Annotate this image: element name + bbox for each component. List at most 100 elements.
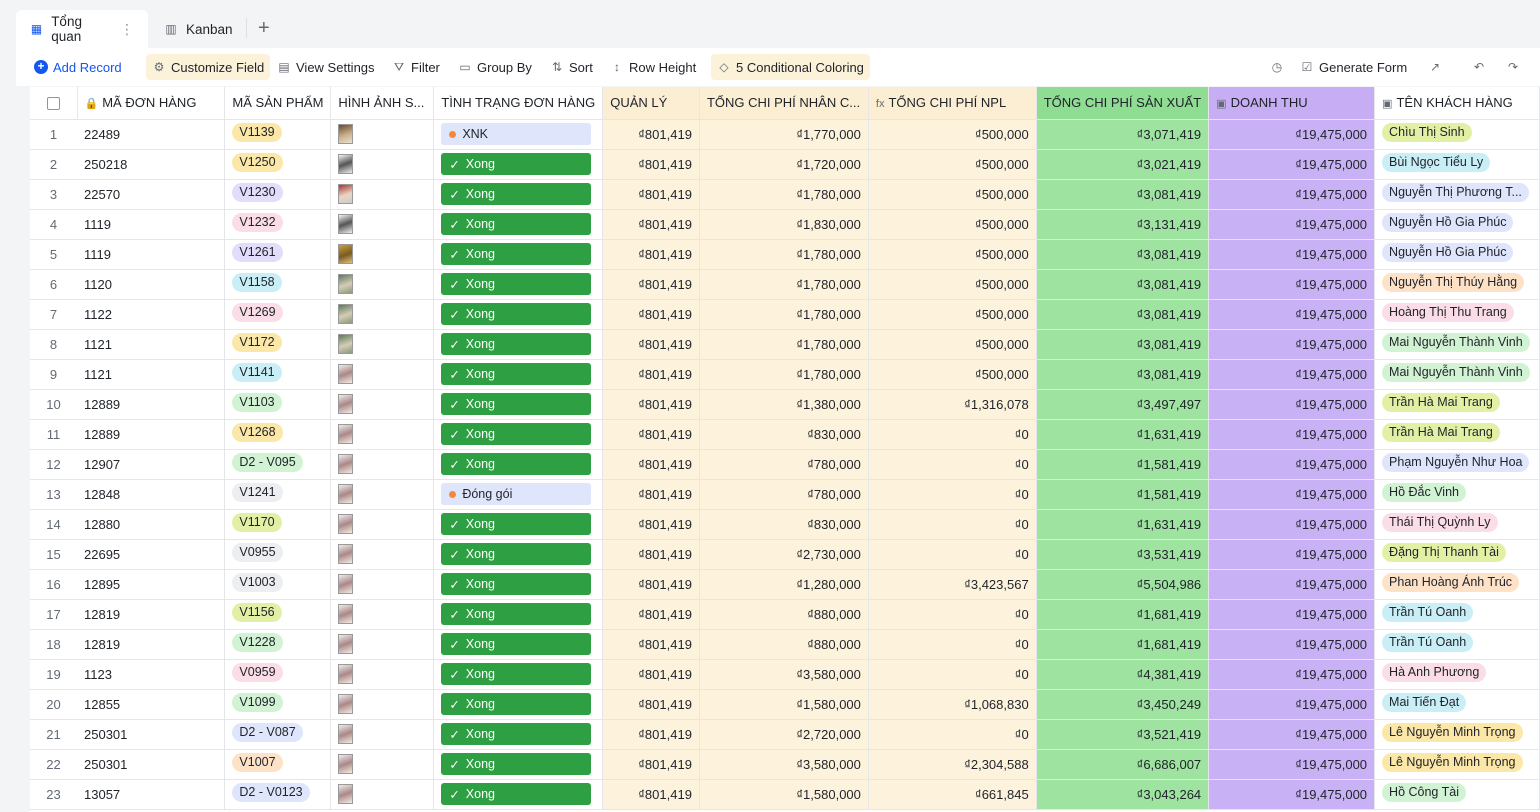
cell-chi-phi-san-xuat[interactable]: ₫1,581,419 [1036, 479, 1210, 510]
cell-status[interactable]: ✓ Xong [433, 749, 604, 780]
cell-sku[interactable]: V1103 [224, 389, 332, 420]
cell-doanh-thu[interactable]: ₫19,475,000 [1208, 779, 1376, 810]
cell-order-id[interactable]: 250301 [77, 749, 226, 780]
cell-ten-khach-hang[interactable]: Nguyễn Thị Phương T... [1374, 179, 1540, 210]
product-thumbnail[interactable] [338, 574, 354, 594]
cell-chi-phi-nhan-cong[interactable]: ₫830,000 [699, 419, 869, 450]
cell-chi-phi-san-xuat[interactable]: ₫3,081,419 [1036, 359, 1210, 390]
cell-doanh-thu[interactable]: ₫19,475,000 [1208, 419, 1376, 450]
cell-sku[interactable]: V1172 [224, 329, 332, 360]
cell-ten-khach-hang[interactable]: Trần Hà Mai Trang [1374, 419, 1540, 450]
select-all-checkbox[interactable] [30, 87, 78, 120]
cell-chi-phi-nhan-cong[interactable]: ₫3,580,000 [699, 749, 869, 780]
cell-chi-phi-npl[interactable]: ₫500,000 [868, 209, 1037, 240]
cell-chi-phi-nhan-cong[interactable]: ₫880,000 [699, 599, 869, 630]
table-row[interactable]: 3 22570 V1230 ✓ Xong ₫801,419 ₫1,780,000 ₫500,0… [30, 179, 1540, 210]
filter-button[interactable]: ⛛ Filter [386, 54, 446, 80]
tab-kanban[interactable]: ▥ Kanban [150, 10, 250, 48]
product-thumbnail[interactable] [338, 544, 354, 564]
cell-doanh-thu[interactable]: ₫19,475,000 [1208, 209, 1376, 240]
cell-quan-ly[interactable]: ₫801,419 [602, 209, 700, 240]
table-row[interactable]: 14 12880 V1170 ✓ Xong ₫801,419 ₫830,000 ₫0 ₫1,63… [30, 509, 1540, 540]
product-thumbnail[interactable] [338, 514, 354, 534]
cell-order-id[interactable]: 250301 [77, 719, 226, 750]
cell-sku[interactable]: V1156 [224, 599, 332, 630]
cell-order-id[interactable]: 22489 [77, 119, 226, 150]
cell-order-id[interactable]: 250218 [77, 149, 226, 180]
cell-image[interactable] [330, 449, 435, 480]
cell-chi-phi-nhan-cong[interactable]: ₫1,720,000 [699, 149, 869, 180]
cell-doanh-thu[interactable]: ₫19,475,000 [1208, 569, 1376, 600]
cell-chi-phi-npl[interactable]: ₫1,316,078 [868, 389, 1037, 420]
cell-chi-phi-nhan-cong[interactable]: ₫1,780,000 [699, 329, 869, 360]
cell-quan-ly[interactable]: ₫801,419 [602, 479, 700, 510]
cell-image[interactable] [330, 419, 435, 450]
cell-chi-phi-san-xuat[interactable]: ₫3,071,419 [1036, 119, 1210, 150]
cell-doanh-thu[interactable]: ₫19,475,000 [1208, 269, 1376, 300]
cell-status[interactable]: ✓ Xong [433, 779, 604, 810]
cell-image[interactable] [330, 329, 435, 360]
cell-image[interactable] [330, 389, 435, 420]
cell-chi-phi-npl[interactable]: ₫3,423,567 [868, 569, 1037, 600]
history-button[interactable]: ◷ [1264, 54, 1290, 80]
cell-image[interactable] [330, 149, 435, 180]
cell-chi-phi-san-xuat[interactable]: ₫1,581,419 [1036, 449, 1210, 480]
cell-order-id[interactable]: 1121 [77, 359, 226, 390]
add-view-icon[interactable]: + [258, 18, 270, 38]
cell-status[interactable]: ✓ Xong [433, 449, 604, 480]
cell-chi-phi-npl[interactable]: ₫500,000 [868, 359, 1037, 390]
cell-status[interactable]: ✓ Xong [433, 719, 604, 750]
cell-chi-phi-san-xuat[interactable]: ₫3,081,419 [1036, 299, 1210, 330]
cell-image[interactable] [330, 269, 435, 300]
cell-chi-phi-npl[interactable]: ₫0 [868, 629, 1037, 660]
cell-chi-phi-npl[interactable]: ₫500,000 [868, 179, 1037, 210]
cell-order-id[interactable]: 1122 [77, 299, 226, 330]
cell-image[interactable] [330, 359, 435, 390]
cell-doanh-thu[interactable]: ₫19,475,000 [1208, 179, 1376, 210]
cell-doanh-thu[interactable]: ₫19,475,000 [1208, 689, 1376, 720]
cell-quan-ly[interactable]: ₫801,419 [602, 539, 700, 570]
cell-doanh-thu[interactable]: ₫19,475,000 [1208, 329, 1376, 360]
cell-ten-khach-hang[interactable]: Lê Nguyễn Minh Trọng [1374, 749, 1540, 780]
col-header-chi-phi-nhan-cong[interactable]: TỔNG CHI PHÍ NHÂN C... [699, 87, 869, 120]
cell-sku[interactable]: V1158 [224, 269, 332, 300]
table-row[interactable]: 1 22489 V1139 XNK ₫801,419 ₫1,770,000 ₫500,000… [30, 119, 1540, 150]
cell-sku[interactable]: V1241 [224, 479, 332, 510]
cell-quan-ly[interactable]: ₫801,419 [602, 449, 700, 480]
table-row[interactable]: 15 22695 V0955 ✓ Xong ₫801,419 ₫2,730,000 ₫0 ₫3,… [30, 539, 1540, 570]
cell-chi-phi-nhan-cong[interactable]: ₫830,000 [699, 509, 869, 540]
table-row[interactable]: 6 1120 V1158 ✓ Xong ₫801,419 ₫1,780,000 ₫500,00… [30, 269, 1540, 300]
col-header-doanh-thu[interactable]: ▣ DOANH THU [1208, 87, 1376, 120]
table-row[interactable]: 16 12895 V1003 ✓ Xong ₫801,419 ₫1,280,000 ₫3,42… [30, 569, 1540, 600]
cell-quan-ly[interactable]: ₫801,419 [602, 119, 700, 150]
add-record-button[interactable]: + Add Record [28, 54, 128, 80]
cell-order-id[interactable]: 1123 [77, 659, 226, 690]
customize-field-button[interactable]: ⚙ Customize Field [146, 54, 271, 80]
table-row[interactable]: 20 12855 V1099 ✓ Xong ₫801,419 ₫1,580,000 ₫1,06… [30, 689, 1540, 720]
share-button[interactable]: ↗ [1422, 54, 1448, 80]
more-icon[interactable]: ⋮ [120, 21, 134, 38]
tab-tong-quan[interactable]: ▦ Tổng quan ⋮ [16, 10, 148, 48]
cell-chi-phi-san-xuat[interactable]: ₫3,081,419 [1036, 269, 1210, 300]
cell-chi-phi-npl[interactable]: ₫0 [868, 719, 1037, 750]
cell-quan-ly[interactable]: ₫801,419 [602, 269, 700, 300]
cell-quan-ly[interactable]: ₫801,419 [602, 419, 700, 450]
cell-quan-ly[interactable]: ₫801,419 [602, 329, 700, 360]
cell-image[interactable] [330, 629, 435, 660]
cell-doanh-thu[interactable]: ₫19,475,000 [1208, 599, 1376, 630]
cell-ten-khach-hang[interactable]: Trần Hà Mai Trang [1374, 389, 1540, 420]
cell-sku[interactable]: V1007 [224, 749, 332, 780]
cell-chi-phi-san-xuat[interactable]: ₫3,450,249 [1036, 689, 1210, 720]
cell-sku[interactable]: V1269 [224, 299, 332, 330]
cell-quan-ly[interactable]: ₫801,419 [602, 659, 700, 690]
product-thumbnail[interactable] [338, 604, 354, 624]
cell-chi-phi-san-xuat[interactable]: ₫1,631,419 [1036, 509, 1210, 540]
cell-order-id[interactable]: 12889 [77, 389, 226, 420]
product-thumbnail[interactable] [338, 364, 354, 384]
cell-ten-khach-hang[interactable]: Hà Anh Phương [1374, 659, 1540, 690]
cell-doanh-thu[interactable]: ₫19,475,000 [1208, 389, 1376, 420]
cell-chi-phi-san-xuat[interactable]: ₫3,081,419 [1036, 179, 1210, 210]
col-header-chi-phi-npl[interactable]: fx TỔNG CHI PHÍ NPL [868, 87, 1037, 120]
cell-quan-ly[interactable]: ₫801,419 [602, 149, 700, 180]
cell-quan-ly[interactable]: ₫801,419 [602, 569, 700, 600]
